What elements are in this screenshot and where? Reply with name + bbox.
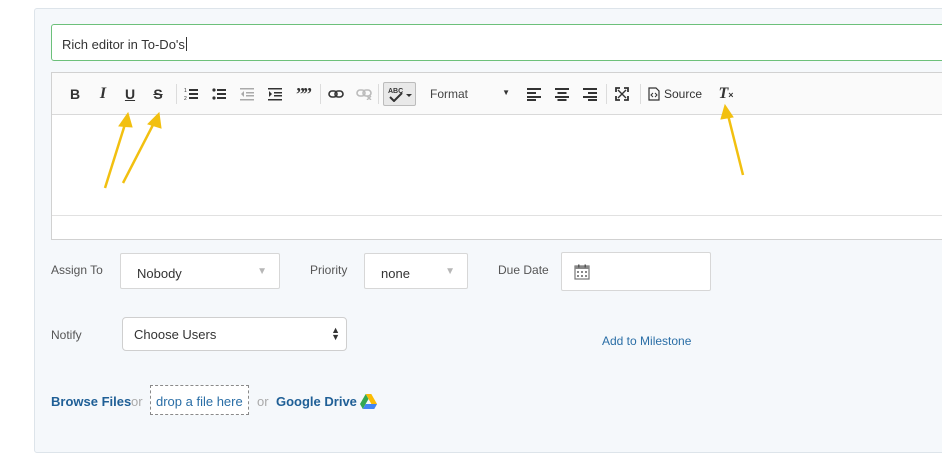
editor-toolbar: B I U S 12 ”” ABC Format ▼ Source T× (52, 73, 942, 115)
bulleted-list-icon (212, 88, 226, 100)
spellcheck-button[interactable]: ABC (383, 82, 416, 106)
todo-title-input[interactable]: Rich editor in To-Do's (51, 24, 942, 61)
chevron-down-icon: ▼ (502, 88, 510, 97)
blockquote-icon: ”” (296, 83, 312, 104)
align-right-button[interactable] (581, 83, 599, 105)
numbered-list-icon: 12 (184, 88, 198, 101)
toolbar-separator (606, 84, 607, 104)
format-label: Format (430, 87, 469, 101)
indent-icon (268, 88, 282, 101)
toolbar-separator (320, 84, 321, 104)
toolbar-separator (378, 84, 379, 104)
toolbar-separator (176, 84, 177, 104)
source-icon (648, 87, 660, 101)
annotation-arrows-icon (103, 111, 162, 189)
chevron-down-icon: ▼ (445, 266, 455, 277)
due-date-input[interactable] (561, 252, 711, 291)
source-label: Source (664, 87, 703, 101)
assign-to-select[interactable]: Nobody ▼ (120, 253, 280, 289)
spellcheck-icon: ABC (388, 88, 412, 102)
rich-text-editor: B I U S 12 ”” ABC Format ▼ Source T× (51, 72, 942, 240)
indent-button[interactable] (266, 83, 284, 105)
google-drive-icon (360, 394, 377, 409)
underline-icon: U (124, 86, 136, 102)
link-button[interactable] (327, 83, 345, 105)
align-center-button[interactable] (553, 83, 571, 105)
unlink-icon (356, 89, 372, 100)
todo-title-text: Rich editor in To-Do's (62, 37, 185, 52)
format-dropdown[interactable]: Format ▼ (430, 83, 510, 105)
maximize-button[interactable] (613, 83, 631, 105)
annotation-arrow-icon (720, 103, 745, 176)
strikethrough-icon: S (153, 86, 163, 102)
notify-value: Choose Users (134, 327, 217, 342)
notify-label: Notify (51, 328, 82, 342)
chevron-down-icon: ▼ (257, 266, 267, 277)
add-to-milestone-link[interactable]: Add to Milestone (602, 334, 691, 348)
strikethrough-button[interactable]: S (149, 83, 167, 105)
due-date-label: Due Date (498, 263, 549, 277)
outdent-button[interactable] (238, 83, 256, 105)
select-arrows-icon: ▲ ▼ (331, 325, 340, 342)
editor-content-area[interactable] (52, 115, 942, 215)
bulleted-list-button[interactable] (210, 83, 228, 105)
or-separator: or (257, 394, 269, 409)
google-drive-link[interactable]: Google Drive (276, 394, 357, 424)
italic-button[interactable]: I (94, 83, 112, 105)
blockquote-button[interactable]: ”” (293, 83, 313, 105)
priority-select[interactable]: none ▼ (364, 253, 468, 289)
italic-icon: I (99, 85, 107, 102)
assign-to-value: Nobody (137, 266, 182, 281)
outdent-icon (240, 88, 254, 101)
assign-to-label: Assign To (51, 263, 103, 277)
text-caret (185, 37, 187, 51)
priority-label: Priority (310, 263, 348, 277)
priority-value: none (381, 266, 410, 281)
align-center-icon (555, 87, 569, 101)
bold-icon: B (69, 86, 81, 102)
or-separator: or (131, 394, 143, 409)
maximize-icon (615, 87, 629, 101)
align-left-button[interactable] (525, 83, 543, 105)
file-drop-zone[interactable]: drop a file here (150, 385, 249, 415)
svg-text:2: 2 (184, 96, 187, 101)
source-button[interactable]: Source (648, 83, 710, 105)
bold-button[interactable]: B (66, 83, 84, 105)
align-left-icon (527, 87, 541, 101)
notify-users-select[interactable]: Choose Users ▲ ▼ (122, 317, 347, 351)
align-right-icon (583, 87, 597, 101)
browse-files-link[interactable]: Browse Files (51, 394, 131, 424)
svg-text:1: 1 (184, 88, 187, 94)
underline-button[interactable]: U (121, 83, 139, 105)
unlink-button[interactable] (355, 83, 373, 105)
calendar-icon (574, 264, 590, 280)
link-icon (328, 90, 344, 98)
numbered-list-button[interactable]: 12 (182, 83, 200, 105)
toolbar-separator (640, 84, 641, 104)
editor-status-bar (52, 215, 942, 240)
drop-zone-label: drop a file here (156, 394, 243, 409)
